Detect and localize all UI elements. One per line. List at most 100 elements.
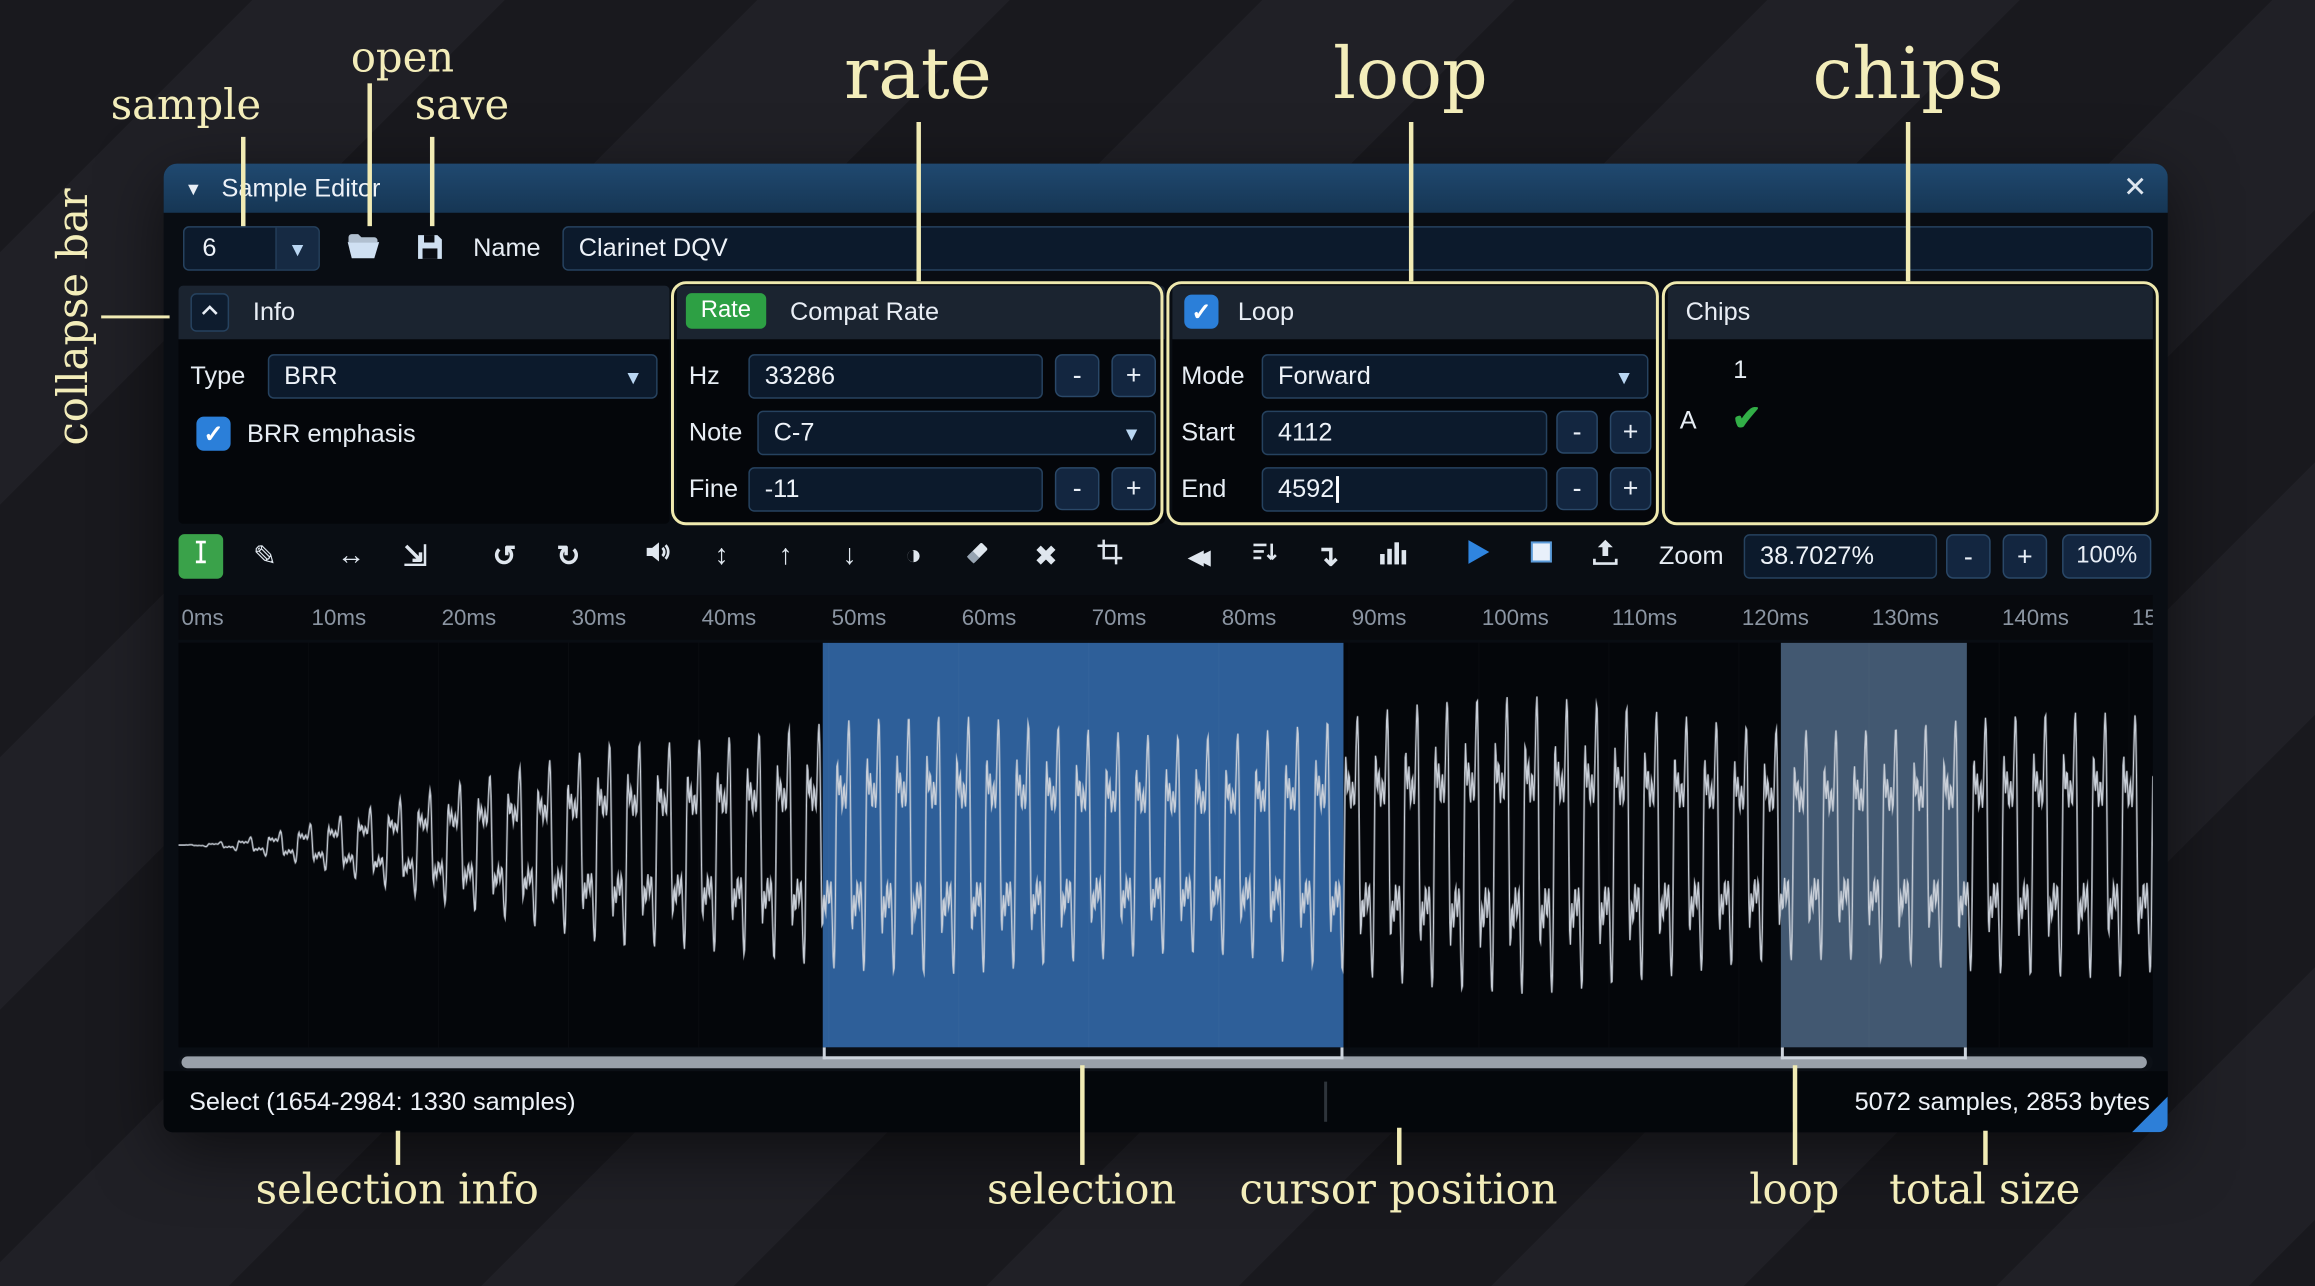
loop-bracket[interactable] bbox=[1780, 1047, 1967, 1060]
invert-button[interactable]: ◑ bbox=[891, 534, 936, 579]
seek-start-button[interactable]: ◀◀ bbox=[1177, 534, 1222, 579]
check-icon: ✓ bbox=[1191, 299, 1212, 326]
collapse-info-button[interactable] bbox=[190, 293, 230, 332]
chip-column-header: 1 bbox=[1733, 355, 1748, 384]
brr-emphasis-label: BRR emphasis bbox=[246, 419, 416, 448]
hz-plus-button[interactable]: + bbox=[1111, 354, 1157, 398]
save-annotation: save bbox=[414, 80, 510, 130]
zoom-reset-button[interactable]: 100% bbox=[2062, 534, 2152, 579]
ruler-label: 0ms bbox=[181, 605, 224, 631]
redo-icon: ↻ bbox=[556, 540, 581, 573]
preview-audio-button[interactable] bbox=[635, 534, 680, 579]
ruler-label: 40ms bbox=[701, 605, 757, 631]
trim-button[interactable] bbox=[1088, 534, 1133, 579]
h-expand-icon: ↔ bbox=[336, 540, 366, 572]
eraser-icon bbox=[961, 536, 994, 578]
chips-annotation: chips bbox=[1812, 32, 2004, 117]
shift-down-button[interactable]: ↓ bbox=[827, 534, 872, 579]
fine-label: Fine bbox=[688, 474, 739, 503]
text-select-button[interactable] bbox=[178, 534, 224, 579]
chips-panel: Chips 1 A ✔ bbox=[1667, 285, 2153, 524]
fade-button[interactable] bbox=[1241, 534, 1286, 579]
fine-input[interactable]: -11 bbox=[748, 467, 1043, 512]
check-icon: ✓ bbox=[203, 421, 224, 448]
fine-minus-button[interactable]: - bbox=[1054, 467, 1100, 511]
info-panel: Info Type BRR ▼ ✓ BRR emphasis bbox=[178, 285, 670, 524]
dropdown-arrow-icon[interactable]: ▼ bbox=[275, 227, 319, 270]
delete-icon: ✖ bbox=[1034, 540, 1058, 573]
name-input[interactable]: Clarinet DQV bbox=[562, 226, 2153, 271]
play-button[interactable] bbox=[1455, 534, 1500, 579]
redo-button[interactable]: ↻ bbox=[546, 534, 591, 579]
start-plus-button[interactable]: + bbox=[1609, 410, 1652, 454]
timeline-ruler[interactable]: 0ms 10ms 20ms 30ms 40ms 50ms 60ms 70ms 80ms 90ms 1… bbox=[178, 595, 2153, 640]
loop-enable-checkbox[interactable]: ✓ bbox=[1184, 294, 1219, 329]
end-input[interactable]: 4592 bbox=[1261, 467, 1548, 512]
histogram-icon bbox=[1375, 536, 1406, 576]
end-minus-button[interactable]: - bbox=[1556, 467, 1598, 511]
chip-enable-toggle[interactable]: ✔ bbox=[1727, 398, 1766, 438]
stretch-vertical-button[interactable]: ↕ bbox=[699, 534, 744, 579]
undo-button[interactable]: ↺ bbox=[482, 534, 527, 579]
undo-icon: ↺ bbox=[492, 540, 517, 573]
loop-panel: ✓ Loop Mode Forward ▼ Start 4112 - + End… bbox=[1172, 285, 1658, 524]
rate-badge[interactable]: Rate bbox=[685, 293, 766, 329]
selection-info-pointer-line bbox=[395, 1130, 400, 1165]
ruler-label: 130ms bbox=[1871, 605, 1939, 631]
note-select[interactable]: C-7 ▼ bbox=[757, 410, 1157, 456]
shift-up-button[interactable]: ↑ bbox=[763, 534, 808, 579]
chips-panel-header: Chips bbox=[1667, 285, 2153, 340]
hz-input[interactable]: 33286 bbox=[748, 354, 1043, 399]
titlebar[interactable]: ▼ Sample Editor ✕ bbox=[163, 163, 2168, 213]
window-collapse-icon[interactable]: ▼ bbox=[184, 178, 202, 199]
start-minus-button[interactable]: - bbox=[1556, 410, 1598, 454]
ruler-label: 20ms bbox=[441, 605, 497, 631]
waveform-canvas[interactable] bbox=[178, 642, 2153, 1048]
export-sample-button[interactable] bbox=[1583, 534, 1628, 579]
hz-minus-button[interactable]: - bbox=[1054, 354, 1100, 398]
save-button[interactable] bbox=[406, 226, 452, 272]
sample-number-select[interactable]: 6 ▼ bbox=[182, 226, 320, 271]
rate-panel: Rate Compat Rate Hz 33286 - + Note C-7 ▼… bbox=[676, 285, 1165, 524]
goto-loop-button[interactable]: ↴ bbox=[1305, 534, 1350, 579]
fine-plus-button[interactable]: + bbox=[1111, 467, 1157, 511]
info-panel-title: Info bbox=[252, 297, 296, 326]
stretch-free-button[interactable]: ⇲ bbox=[393, 534, 438, 579]
crop-icon bbox=[1095, 537, 1125, 576]
collapse-bar-pointer-line bbox=[101, 314, 170, 319]
stop-button[interactable] bbox=[1519, 534, 1564, 579]
start-input[interactable]: 4112 bbox=[1261, 410, 1548, 456]
end-plus-button[interactable]: + bbox=[1609, 467, 1652, 511]
zoom-out-button[interactable]: - bbox=[1946, 534, 1991, 579]
sample-annotation: sample bbox=[110, 80, 262, 130]
mode-value: Forward bbox=[1278, 361, 1371, 390]
rate-panel-header: Rate Compat Rate bbox=[676, 285, 1165, 340]
total-size-text: 5072 samples, 2853 bytes bbox=[1854, 1087, 2150, 1116]
status-bar: Select (1654-2984: 1330 samples) 5072 sa… bbox=[163, 1071, 2168, 1133]
type-select[interactable]: BRR ▼ bbox=[267, 354, 658, 399]
pencil-icon: ✎ bbox=[252, 540, 277, 573]
mode-label: Mode bbox=[1181, 361, 1245, 390]
zoom-input[interactable]: 38.7027% bbox=[1743, 534, 1938, 579]
stretch-horizontal-button[interactable]: ↔ bbox=[329, 534, 374, 579]
dropdown-arrow-icon: ▼ bbox=[1121, 421, 1142, 445]
sample-editor-window: ▼ Sample Editor ✕ 6 ▼ Name Clarinet DQV bbox=[163, 163, 2168, 1133]
end-value: 4592 bbox=[1278, 474, 1335, 503]
brr-emphasis-checkbox[interactable]: ✓ bbox=[196, 416, 231, 451]
window-title: Sample Editor bbox=[221, 173, 381, 202]
waveform-display[interactable] bbox=[178, 642, 2153, 1048]
open-button[interactable] bbox=[339, 226, 385, 272]
delete-button[interactable]: ✖ bbox=[1024, 534, 1069, 579]
resize-handle[interactable] bbox=[2132, 1096, 2168, 1133]
status-divider bbox=[1324, 1081, 1328, 1122]
zoom-in-button[interactable]: + bbox=[2002, 534, 2048, 579]
mode-select[interactable]: Forward ▼ bbox=[1261, 354, 1649, 399]
silence-button[interactable] bbox=[955, 534, 1000, 579]
draw-button[interactable]: ✎ bbox=[243, 534, 288, 579]
sort-down-icon bbox=[1248, 536, 1279, 576]
ruler-label: 90ms bbox=[1351, 605, 1407, 631]
selection-bracket[interactable] bbox=[822, 1047, 1344, 1060]
cursor-position-pointer-line bbox=[1397, 1127, 1401, 1165]
statistics-button[interactable] bbox=[1369, 534, 1414, 579]
close-icon[interactable]: ✕ bbox=[2123, 171, 2147, 205]
